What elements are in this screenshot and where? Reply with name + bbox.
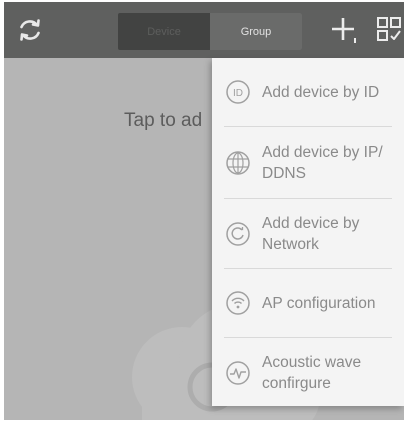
qr-scan-icon [377, 17, 401, 41]
menu-item-add-by-id[interactable]: ID Add device by ID [212, 58, 404, 126]
refresh-icon [20, 19, 40, 41]
refresh-button[interactable] [14, 14, 46, 46]
menu-item-label: Add device by Network [262, 214, 360, 253]
tab-group[interactable]: Group [210, 13, 302, 50]
menu-item-add-by-network[interactable]: Add device by Network [212, 199, 404, 268]
top-bar: Device Group [4, 2, 404, 58]
wifi-icon [224, 289, 252, 317]
app-screen: Device Group Tap to ad ID Add device by … [4, 2, 404, 420]
menu-item-add-by-ip[interactable]: Add device by IP/ DDNS [212, 127, 404, 198]
network-search-icon [224, 220, 252, 248]
add-device-menu: ID Add device by ID Add device by IP/ DD… [212, 58, 404, 406]
add-button[interactable] [330, 15, 360, 45]
sound-wave-icon [224, 359, 252, 387]
menu-item-label: AP configuration [262, 294, 376, 312]
empty-state-text: Tap to ad [124, 110, 203, 131]
menu-item-label: Add device by ID [262, 83, 380, 101]
tab-device[interactable]: Device [118, 13, 210, 50]
menu-item-ap-configuration[interactable]: AP configuration [212, 269, 404, 337]
menu-item-label: Acoustic wave confirgure [262, 354, 362, 392]
menu-item-acoustic-wave[interactable]: Acoustic wave confirgure [212, 338, 404, 406]
id-icon: ID [224, 78, 252, 106]
menu-item-label: Add device by IP/ DDNS [262, 143, 383, 182]
svg-text:ID: ID [233, 88, 243, 99]
device-group-segmented-control: Device Group [118, 13, 302, 50]
plus-icon [332, 18, 356, 43]
globe-icon [224, 149, 252, 177]
scan-button[interactable] [376, 16, 402, 42]
